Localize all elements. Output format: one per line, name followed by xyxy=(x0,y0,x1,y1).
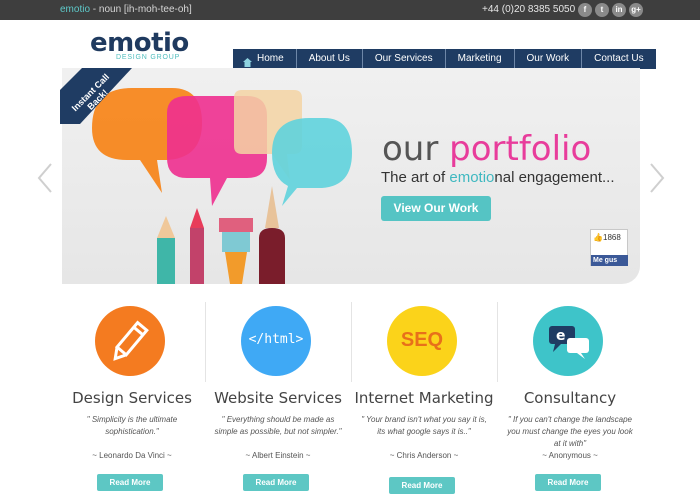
nav-contact-us[interactable]: Contact Us xyxy=(581,49,655,69)
nav-about-us[interactable]: About Us xyxy=(295,49,362,69)
html-icon[interactable]: </html> xyxy=(241,306,311,376)
read-more-button[interactable]: Read More xyxy=(97,474,163,491)
logo[interactable]: emotio DESIGN GROUP xyxy=(90,30,200,62)
service-website: </html> Website Services " Everything sh… xyxy=(205,300,351,500)
portfolio-subheading: The art of emotional engagement... xyxy=(381,169,615,186)
nav-home[interactable]: Home xyxy=(233,49,296,69)
facebook-like-count: 1868 xyxy=(603,233,621,242)
svg-text:e: e xyxy=(556,328,566,344)
read-more-button[interactable]: Read More xyxy=(389,477,455,494)
top-bar: emotio - noun [ih-moh-tee-oh] +44 (0)20 … xyxy=(0,0,700,20)
portfolio-heading-plain: our xyxy=(382,129,450,169)
service-quote: " Everything should be made as simple as… xyxy=(214,415,342,436)
seo-icon-label: SEQ xyxy=(400,329,444,351)
read-more-button[interactable]: Read More xyxy=(535,474,601,491)
service-quote-author: ~ Albert Einstein ~ xyxy=(245,451,311,460)
linkedin-icon[interactable]: in xyxy=(612,3,626,17)
nav-our-services[interactable]: Our Services xyxy=(361,49,445,69)
instant-callback-badge[interactable]: Instant Call Back! xyxy=(60,68,132,124)
portfolio-sub-accent: emotio xyxy=(449,169,495,186)
html-icon-label: </html> xyxy=(248,332,304,347)
phone-number[interactable]: +44 (0)20 8385 5050 xyxy=(482,4,575,15)
thumbs-up-icon: 👍 xyxy=(593,233,603,242)
portfolio-heading: our portfolio xyxy=(382,131,591,167)
slider-next-arrow[interactable] xyxy=(648,162,666,194)
facebook-icon[interactable]: f xyxy=(578,3,592,17)
service-title: Internet Marketing xyxy=(354,389,494,407)
googleplus-icon[interactable]: g+ xyxy=(629,3,643,17)
slider-prev-arrow[interactable] xyxy=(36,162,54,194)
pencil-icon[interactable] xyxy=(95,306,165,376)
tagline: emotio - noun [ih-moh-tee-oh] xyxy=(60,4,192,15)
service-quote: " If you can't change the landscape you … xyxy=(507,415,633,448)
service-consultancy: e Consultancy " If you can't change the … xyxy=(497,300,643,500)
logo-subtitle: DESIGN GROUP xyxy=(116,54,181,61)
service-title: Consultancy xyxy=(523,389,617,407)
facebook-like-widget: 👍 1868 Me gus xyxy=(590,229,628,266)
facebook-like-button[interactable]: Me gus xyxy=(591,255,628,266)
service-quote-author: ~ Leonardo Da Vinci ~ xyxy=(92,451,172,460)
service-title: Website Services xyxy=(214,389,342,407)
portfolio-sub-after: nal engagement... xyxy=(494,169,615,186)
logo-word: emotio xyxy=(90,28,189,58)
portfolio-sub-before: The art of xyxy=(381,169,450,186)
nav-home-label: Home xyxy=(257,53,284,64)
portfolio-heading-accent: portfolio xyxy=(449,129,592,169)
service-design: Design Services " Simplicity is the ulti… xyxy=(59,300,205,500)
seo-icon[interactable]: SEQ xyxy=(387,306,457,376)
service-quote-author: ~ Anonymous ~ xyxy=(542,451,598,460)
home-icon xyxy=(243,55,252,67)
main-nav: Home About Us Our Services Marketing Our… xyxy=(233,49,656,69)
service-quote-author: ~ Chris Anderson ~ xyxy=(389,451,459,460)
chat-icon[interactable]: e xyxy=(533,306,603,376)
service-quote: " Simplicity is the ultimate sophisticat… xyxy=(86,415,178,436)
tagline-brand: emotio xyxy=(60,4,91,15)
nav-our-work[interactable]: Our Work xyxy=(513,49,582,69)
view-our-work-button[interactable]: View Our Work xyxy=(381,196,491,221)
service-title: Design Services xyxy=(72,389,192,407)
twitter-icon[interactable]: t xyxy=(595,3,609,17)
tagline-definition: - noun [ih-moh-tee-oh] xyxy=(90,4,192,15)
read-more-button[interactable]: Read More xyxy=(243,474,309,491)
service-marketing: SEQ Internet Marketing " Your brand isn'… xyxy=(351,300,497,500)
nav-marketing[interactable]: Marketing xyxy=(444,49,514,69)
service-quote: " Your brand isn't what you say it is, i… xyxy=(361,415,487,436)
